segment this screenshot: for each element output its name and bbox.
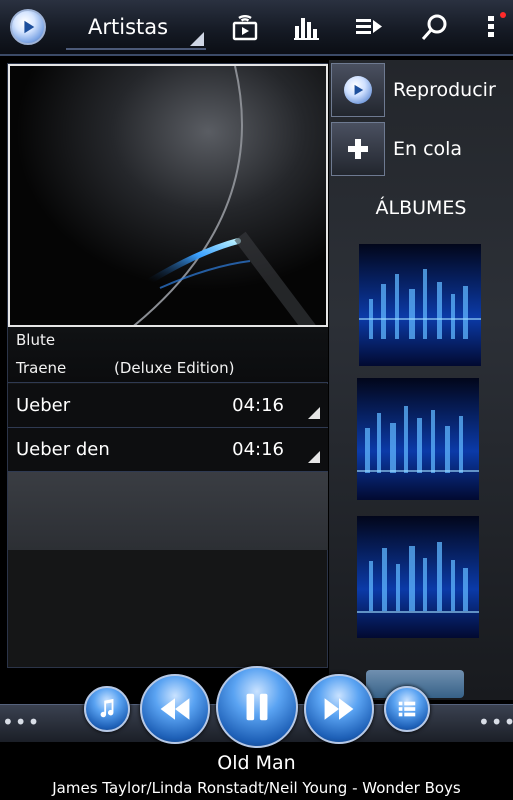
- empty-list-area: [8, 472, 328, 550]
- album-cover-art: [8, 64, 328, 327]
- play-album-button[interactable]: Reproducir: [331, 63, 511, 117]
- play-logo-icon[interactable]: [10, 9, 46, 45]
- albums-heading: ÁLBUMES: [375, 197, 467, 219]
- track-duration: 04:16: [232, 395, 284, 416]
- track-duration: 04:16: [232, 439, 284, 460]
- top-bar: Artistas: [0, 0, 513, 56]
- now-playing-title: Old Man: [217, 752, 296, 774]
- side-panel: Reproducir En cola ÁLBUMES: [329, 60, 513, 700]
- section-label: Artistas: [88, 15, 169, 39]
- queue-icon[interactable]: [352, 10, 386, 44]
- left-more-icon[interactable]: •••: [2, 710, 40, 734]
- right-more-icon[interactable]: •••: [478, 710, 513, 734]
- enqueue-button[interactable]: En cola: [331, 122, 511, 176]
- album-thumbnail[interactable]: [359, 244, 481, 366]
- track-row[interactable]: Ueber den 04:16: [8, 428, 328, 472]
- section-selector[interactable]: Artistas: [66, 6, 206, 50]
- dropdown-corner-icon: [190, 32, 204, 46]
- album-artist: Blute: [16, 331, 56, 349]
- search-icon[interactable]: [418, 10, 452, 44]
- equalizer-icon[interactable]: [290, 10, 324, 44]
- enqueue-label: En cola: [393, 138, 463, 160]
- rewind-button[interactable]: [140, 674, 210, 744]
- album-thumbnail[interactable]: [357, 516, 479, 638]
- overflow-menu-icon[interactable]: [474, 10, 508, 44]
- album-edition: (Deluxe Edition): [114, 359, 235, 377]
- track-menu-corner-icon[interactable]: [308, 407, 320, 419]
- track-title: Ueber: [16, 395, 71, 416]
- plus-icon: [348, 139, 368, 159]
- play-icon: [344, 76, 372, 104]
- track-menu-corner-icon[interactable]: [308, 451, 320, 463]
- notification-badge: [500, 12, 506, 18]
- track-row[interactable]: Ueber 04:16: [8, 384, 328, 428]
- pause-button[interactable]: [216, 666, 298, 748]
- play-album-label: Reproducir: [393, 79, 496, 101]
- playlist-icon[interactable]: [384, 686, 430, 732]
- album-info: Blute Traene (Deluxe Edition): [8, 327, 328, 383]
- enqueue-button-frame: [331, 122, 385, 176]
- album-title: Traene: [16, 359, 67, 377]
- album-detail-panel: Blute Traene (Deluxe Edition) Ueber 04:1…: [7, 63, 328, 668]
- track-title: Ueber den: [16, 439, 110, 460]
- play-button-frame: [331, 63, 385, 117]
- music-note-icon[interactable]: [84, 686, 130, 732]
- album-thumbnail[interactable]: [357, 378, 479, 500]
- now-playing-subtitle: James Taylor/Linda Ronstadt/Neil Young -…: [52, 779, 461, 797]
- fast-forward-button[interactable]: [304, 674, 374, 744]
- cast-icon[interactable]: [228, 10, 262, 44]
